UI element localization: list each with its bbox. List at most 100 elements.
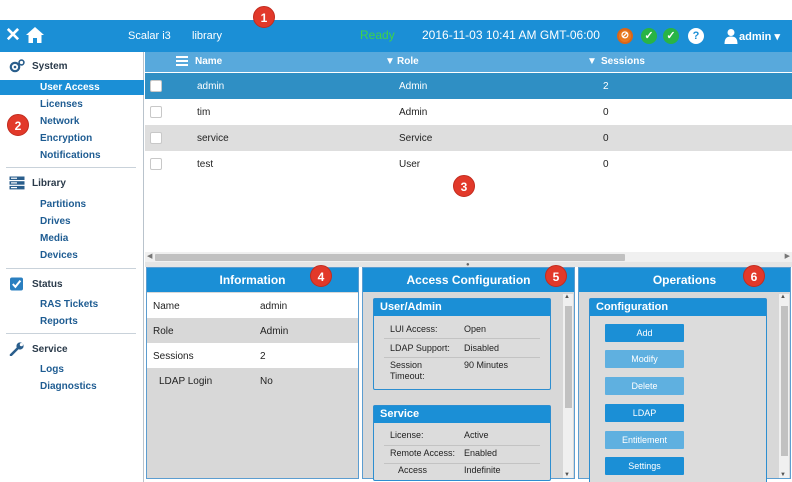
vertical-scrollbar[interactable]: ▲ ▼ — [779, 294, 789, 478]
sidebar-section-label: Status — [32, 279, 63, 290]
sidebar-item-partitions[interactable]: Partitions — [0, 197, 144, 212]
scroll-up-icon[interactable]: ▲ — [780, 294, 786, 300]
sidebar-item-drives[interactable]: Drives — [0, 214, 144, 229]
horizontal-scrollbar[interactable]: ◀ ▶ — [145, 252, 792, 262]
check-icon[interactable]: ✓ — [641, 28, 657, 44]
sidebar-divider — [6, 268, 136, 269]
column-header-role[interactable]: Role — [397, 56, 419, 67]
sidebar-divider — [6, 333, 136, 334]
info-label: LDAP Login — [159, 376, 213, 387]
wrench-icon — [9, 342, 24, 356]
sidebar-item-label: Devices — [40, 250, 78, 261]
info-value: No — [260, 376, 273, 387]
table-row[interactable]: tim Admin 0 — [145, 99, 792, 125]
filter-icon[interactable]: ▼ — [385, 56, 395, 67]
service-group: Service License: Active Remote Access: E… — [373, 405, 551, 481]
warning-icon[interactable]: ⊘ — [617, 28, 633, 44]
modify-button[interactable]: Modify — [605, 350, 684, 368]
user-menu[interactable]: admin ▾ — [739, 30, 780, 43]
sidebar-item-ras-tickets[interactable]: RAS Tickets — [0, 297, 144, 312]
column-header-sessions[interactable]: Sessions — [601, 56, 645, 67]
scroll-down-icon[interactable]: ▼ — [780, 472, 786, 478]
settings-button[interactable]: Settings — [605, 457, 684, 475]
menu-icon[interactable] — [176, 55, 188, 67]
configuration-group: Configuration Add Modify Delete LDAP Ent… — [589, 298, 767, 482]
row-checkbox[interactable] — [150, 158, 162, 170]
info-label: Name — [153, 301, 180, 312]
sidebar-item-label: Media — [40, 233, 69, 244]
scrollbar-thumb[interactable] — [155, 254, 625, 261]
config-value: Active — [464, 430, 489, 440]
cell-sessions: 2 — [603, 81, 609, 92]
sidebar-item-devices[interactable]: Devices — [0, 248, 144, 263]
scrollbar-thumb[interactable] — [781, 306, 788, 456]
table-row[interactable]: admin Admin 2 — [145, 73, 792, 99]
callout-badge: 5 — [545, 265, 567, 287]
sidebar-item-licenses[interactable]: Licenses — [0, 97, 144, 112]
sidebar-item-media[interactable]: Media — [0, 231, 144, 246]
row-divider — [384, 338, 540, 339]
sidebar-item-diagnostics[interactable]: Diagnostics — [0, 379, 144, 394]
ldap-button[interactable]: LDAP — [605, 404, 684, 422]
row-checkbox[interactable] — [150, 80, 162, 92]
config-value: 90 Minutes — [464, 360, 509, 370]
library-name[interactable]: library — [192, 30, 222, 42]
info-label: Role — [153, 326, 174, 337]
close-icon[interactable]: ✕ — [5, 26, 21, 46]
sidebar-divider — [6, 167, 136, 168]
sidebar-item-user-access[interactable]: User Access — [0, 80, 144, 95]
cell-role: Admin — [399, 81, 428, 92]
vertical-scrollbar[interactable]: ▲ ▼ — [563, 294, 573, 478]
sidebar-item-notifications[interactable]: Notifications — [0, 148, 144, 163]
config-value: Disabled — [464, 343, 500, 353]
check-icon[interactable]: ✓ — [663, 28, 679, 44]
info-value: admin — [260, 301, 288, 312]
config-label: License: — [390, 430, 424, 440]
scroll-left-icon[interactable]: ◀ — [147, 252, 152, 260]
sidebar-header-service[interactable]: Service — [0, 341, 144, 359]
operations-panel: Operations Configuration Add Modify Dele… — [578, 267, 791, 482]
cell-sessions: 0 — [603, 159, 609, 170]
product-name: Scalar i3 — [128, 30, 171, 42]
sidebar-header-status[interactable]: Status — [0, 276, 144, 294]
config-label: LUI Access: — [390, 324, 438, 334]
info-label: Sessions — [153, 351, 194, 362]
home-icon[interactable] — [25, 26, 45, 44]
scrollbar-thumb[interactable] — [565, 306, 572, 408]
config-value: Enabled — [464, 448, 498, 458]
checkbox-icon — [10, 277, 23, 291]
panel-title: Access Configuration — [363, 268, 574, 292]
sidebar-item-logs[interactable]: Logs — [0, 362, 144, 377]
cell-sessions: 0 — [603, 107, 609, 118]
entitlement-button[interactable]: Entitlement — [605, 431, 684, 449]
delete-button[interactable]: Delete — [605, 377, 684, 395]
top-bar: ✕ Scalar i3 library Ready 2016-11-03 10:… — [0, 20, 792, 52]
scroll-down-icon[interactable]: ▼ — [564, 472, 570, 478]
sidebar-section-label: Library — [32, 178, 66, 189]
callout-badge: 6 — [743, 265, 765, 287]
help-icon[interactable]: ? — [688, 28, 704, 44]
scroll-up-icon[interactable]: ▲ — [564, 294, 570, 300]
cell-name: tim — [197, 107, 211, 118]
cell-sessions: 0 — [603, 133, 609, 144]
sidebar-header-library[interactable]: Library — [0, 175, 144, 193]
cell-role: Admin — [399, 107, 428, 118]
callout-badge: 2 — [7, 114, 29, 136]
table-row[interactable]: test User 0 — [145, 151, 792, 177]
row-checkbox[interactable] — [150, 132, 162, 144]
add-button[interactable]: Add — [605, 324, 684, 342]
info-row: LDAP Login No — [147, 368, 358, 393]
column-header-name[interactable]: Name — [195, 56, 222, 67]
sidebar-item-label: Notifications — [40, 150, 101, 161]
callout-badge: 3 — [453, 175, 475, 197]
config-row: License: Active — [374, 428, 550, 446]
user-icon[interactable] — [724, 28, 738, 44]
table-row[interactable]: service Service 0 — [145, 125, 792, 151]
sidebar-item-reports[interactable]: Reports — [0, 314, 144, 329]
callout-badge: 4 — [310, 265, 332, 287]
filter-icon[interactable]: ▼ — [587, 56, 597, 67]
row-checkbox[interactable] — [150, 106, 162, 118]
access-configuration-panel: Access Configuration User/Admin LUI Acce… — [362, 267, 575, 481]
scroll-right-icon[interactable]: ▶ — [785, 252, 790, 260]
sidebar-header-system[interactable]: System — [0, 58, 144, 76]
